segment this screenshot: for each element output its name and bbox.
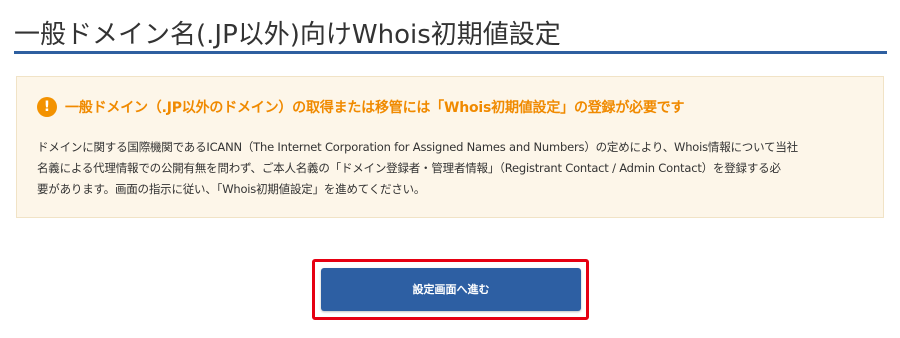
exclamation-icon: ! — [37, 97, 57, 117]
notice-header: ! 一般ドメイン（.JP以外のドメイン）の取得または移管には「Whois初期値設… — [37, 97, 685, 117]
notice-body-line: 名義による代理情報での公開有無を問わず、ご本人名義の「ドメイン登録者・管理者情報… — [37, 161, 781, 175]
title-underline — [14, 51, 887, 54]
notice-body: ドメインに関する国際機関であるICANN（The Internet Corpor… — [37, 137, 867, 200]
notice-body-line: 要があります。画面の指示に従い、「Whois初期値設定」を進めてください。 — [37, 182, 426, 196]
notice-body-line: ドメインに関する国際機関であるICANN（The Internet Corpor… — [37, 140, 798, 154]
notice-box: ! 一般ドメイン（.JP以外のドメイン）の取得または移管には「Whois初期値設… — [16, 76, 884, 218]
page-title: 一般ドメイン名(.JP以外)向けWhois初期値設定 — [14, 20, 561, 50]
notice-title: 一般ドメイン（.JP以外のドメイン）の取得または移管には「Whois初期値設定」… — [65, 100, 685, 116]
page: 一般ドメイン名(.JP以外)向けWhois初期値設定 ! 一般ドメイン（.JP以… — [0, 0, 900, 338]
proceed-to-settings-button[interactable]: 設定画面へ進む — [321, 268, 581, 311]
